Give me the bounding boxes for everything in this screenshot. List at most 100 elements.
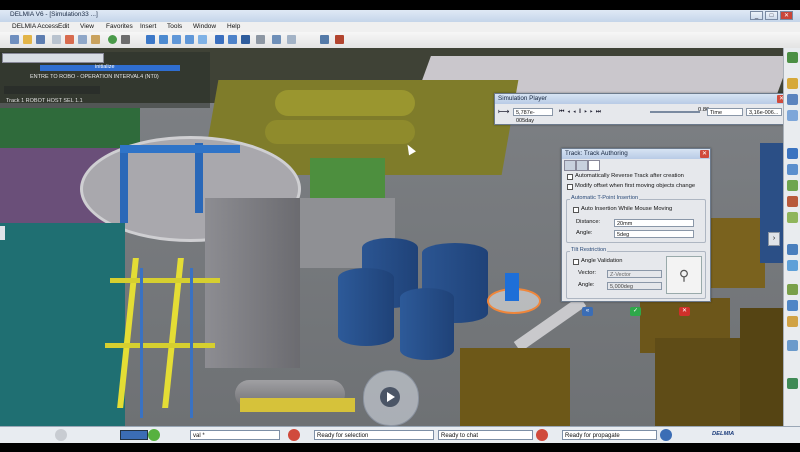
right-toolbar — [783, 48, 800, 426]
brown-crate — [740, 308, 783, 426]
minimize-button[interactable]: _ — [750, 11, 763, 20]
menu-edit[interactable]: Edit — [58, 23, 69, 30]
yellow-scaffold-cross — [110, 278, 220, 283]
yellow-scaffold-cross — [105, 343, 215, 348]
left-arrow-icon[interactable] — [0, 226, 5, 240]
angle-field[interactable]: 5deg — [614, 230, 694, 238]
record-icon[interactable] — [787, 300, 798, 311]
maximize-button[interactable]: □ — [765, 11, 778, 20]
pan-icon[interactable] — [146, 35, 155, 44]
zoom-in-icon[interactable] — [172, 35, 181, 44]
blue-gantry-leg — [195, 143, 203, 213]
globe-icon[interactable] — [108, 35, 117, 44]
compass-icon[interactable] — [787, 212, 798, 223]
save-icon[interactable] — [36, 35, 45, 44]
sensor-icon[interactable] — [787, 260, 798, 271]
simulate-icon[interactable] — [787, 284, 798, 295]
tilt-restriction-group-title: Tilt Restriction — [570, 247, 608, 253]
menu-delmia-access[interactable]: DELMIA Access — [12, 23, 58, 30]
resource-icon[interactable] — [787, 78, 798, 89]
robot-icon[interactable] — [787, 110, 798, 121]
tab-motion[interactable] — [576, 160, 588, 171]
iso-view-icon[interactable] — [241, 35, 250, 44]
view-cube-icon[interactable] — [228, 35, 237, 44]
menu-tools[interactable]: Tools — [167, 23, 182, 30]
new-icon[interactable] — [10, 35, 19, 44]
tab-options[interactable] — [588, 160, 600, 171]
catalog-icon[interactable] — [320, 35, 329, 44]
tree-toolbar-2 — [4, 86, 100, 94]
cancel-button[interactable]: ✕ — [679, 307, 690, 316]
playback-controls[interactable]: ⏮◂◂‖▸▸⏭ — [559, 108, 649, 116]
process-icon[interactable] — [787, 148, 798, 159]
vector-field[interactable]: Z-Vector — [607, 270, 662, 278]
auto-insertion-checkbox[interactable] — [573, 207, 579, 213]
copy-icon[interactable] — [78, 35, 87, 44]
menu-favorites[interactable]: Favorites — [106, 23, 133, 30]
track-icon[interactable] — [787, 94, 798, 105]
cut-icon[interactable] — [65, 35, 74, 44]
modify-offset-checkbox[interactable] — [567, 184, 573, 190]
print-icon[interactable] — [52, 35, 61, 44]
olive-cylinder-2 — [265, 120, 415, 144]
step-select[interactable]: 3,16e-006... — [746, 108, 782, 116]
blue-gantry-beam — [120, 145, 240, 153]
snap-icon[interactable] — [787, 196, 798, 207]
tool-icon[interactable] — [121, 35, 130, 44]
menu-window[interactable]: Window — [193, 23, 216, 30]
shading-icon[interactable] — [256, 35, 265, 44]
time-field[interactable]: 5,787e-005day — [513, 108, 553, 124]
slider-arrow-icon[interactable]: ⟼ — [498, 107, 510, 117]
brown-crate — [460, 348, 570, 426]
simulation-player-title: Simulation Player — [495, 94, 787, 104]
menu-view[interactable]: View — [80, 23, 94, 30]
title-bar: DELMIA V6 - [Simulation33 ...] _ □ ✕ — [0, 10, 800, 22]
paste-icon[interactable] — [91, 35, 100, 44]
clash-icon[interactable] — [787, 244, 798, 255]
stop-icon[interactable] — [288, 429, 300, 441]
right-arrow-icon[interactable]: › — [768, 232, 780, 246]
open-icon[interactable] — [23, 35, 32, 44]
olive-cylinder-1 — [275, 90, 415, 116]
brown-crate — [710, 218, 765, 288]
stop-icon-2[interactable] — [536, 429, 548, 441]
rotate-icon[interactable] — [159, 35, 168, 44]
move-icon[interactable] — [787, 180, 798, 191]
menu-insert[interactable]: Insert — [140, 23, 156, 30]
back-button[interactable]: « — [582, 307, 593, 316]
status-bar: val * Ready for selection Ready to chat … — [0, 426, 800, 443]
render-icon[interactable] — [272, 35, 281, 44]
robot-arm[interactable] — [505, 273, 519, 301]
tree-item-operation[interactable]: ENTRE TO ROBO - OPERATION INTERVAL4 (NT0… — [30, 74, 159, 80]
track-authoring-close-button[interactable]: ✕ — [700, 150, 709, 158]
close-button[interactable]: ✕ — [780, 11, 793, 20]
mode-select[interactable]: Time — [707, 108, 743, 116]
tree-item-track[interactable]: Track 1 ROBOT HOST SEL 1.1 — [6, 98, 83, 104]
command-input[interactable]: val * — [190, 430, 280, 440]
reverse-track-checkbox[interactable] — [567, 174, 573, 180]
export-icon[interactable] — [787, 340, 798, 351]
normal-view-icon[interactable] — [198, 35, 207, 44]
speed-slider[interactable] — [650, 111, 700, 113]
help-icon[interactable] — [148, 429, 160, 441]
3ds-compass-icon[interactable] — [660, 429, 672, 441]
zoom-out-icon[interactable] — [185, 35, 194, 44]
hide-show-icon[interactable] — [287, 35, 296, 44]
angle-validation-checkbox[interactable] — [573, 259, 579, 265]
fit-all-icon[interactable] — [215, 35, 224, 44]
zoom-icon[interactable] — [55, 429, 67, 441]
auto-insertion-group-title: Automatic T-Point Insertion — [570, 195, 640, 201]
workbench-icon[interactable] — [787, 52, 798, 63]
track-authoring-title: Track: Track Authoring — [562, 149, 710, 159]
ok-button[interactable]: ✓ — [630, 307, 641, 316]
blue-lattice — [190, 268, 193, 418]
tab-general[interactable] — [564, 160, 576, 171]
status-field-propagate: Ready for propagate — [562, 430, 657, 440]
publish-icon[interactable] — [787, 378, 798, 389]
menu-help[interactable]: Help — [227, 23, 240, 30]
device-icon[interactable] — [787, 164, 798, 175]
distance-field[interactable]: 20mm — [614, 219, 694, 227]
measure-icon[interactable] — [335, 35, 344, 44]
tilt-angle-field[interactable]: 5,000deg — [607, 282, 662, 290]
analysis-icon[interactable] — [787, 316, 798, 327]
